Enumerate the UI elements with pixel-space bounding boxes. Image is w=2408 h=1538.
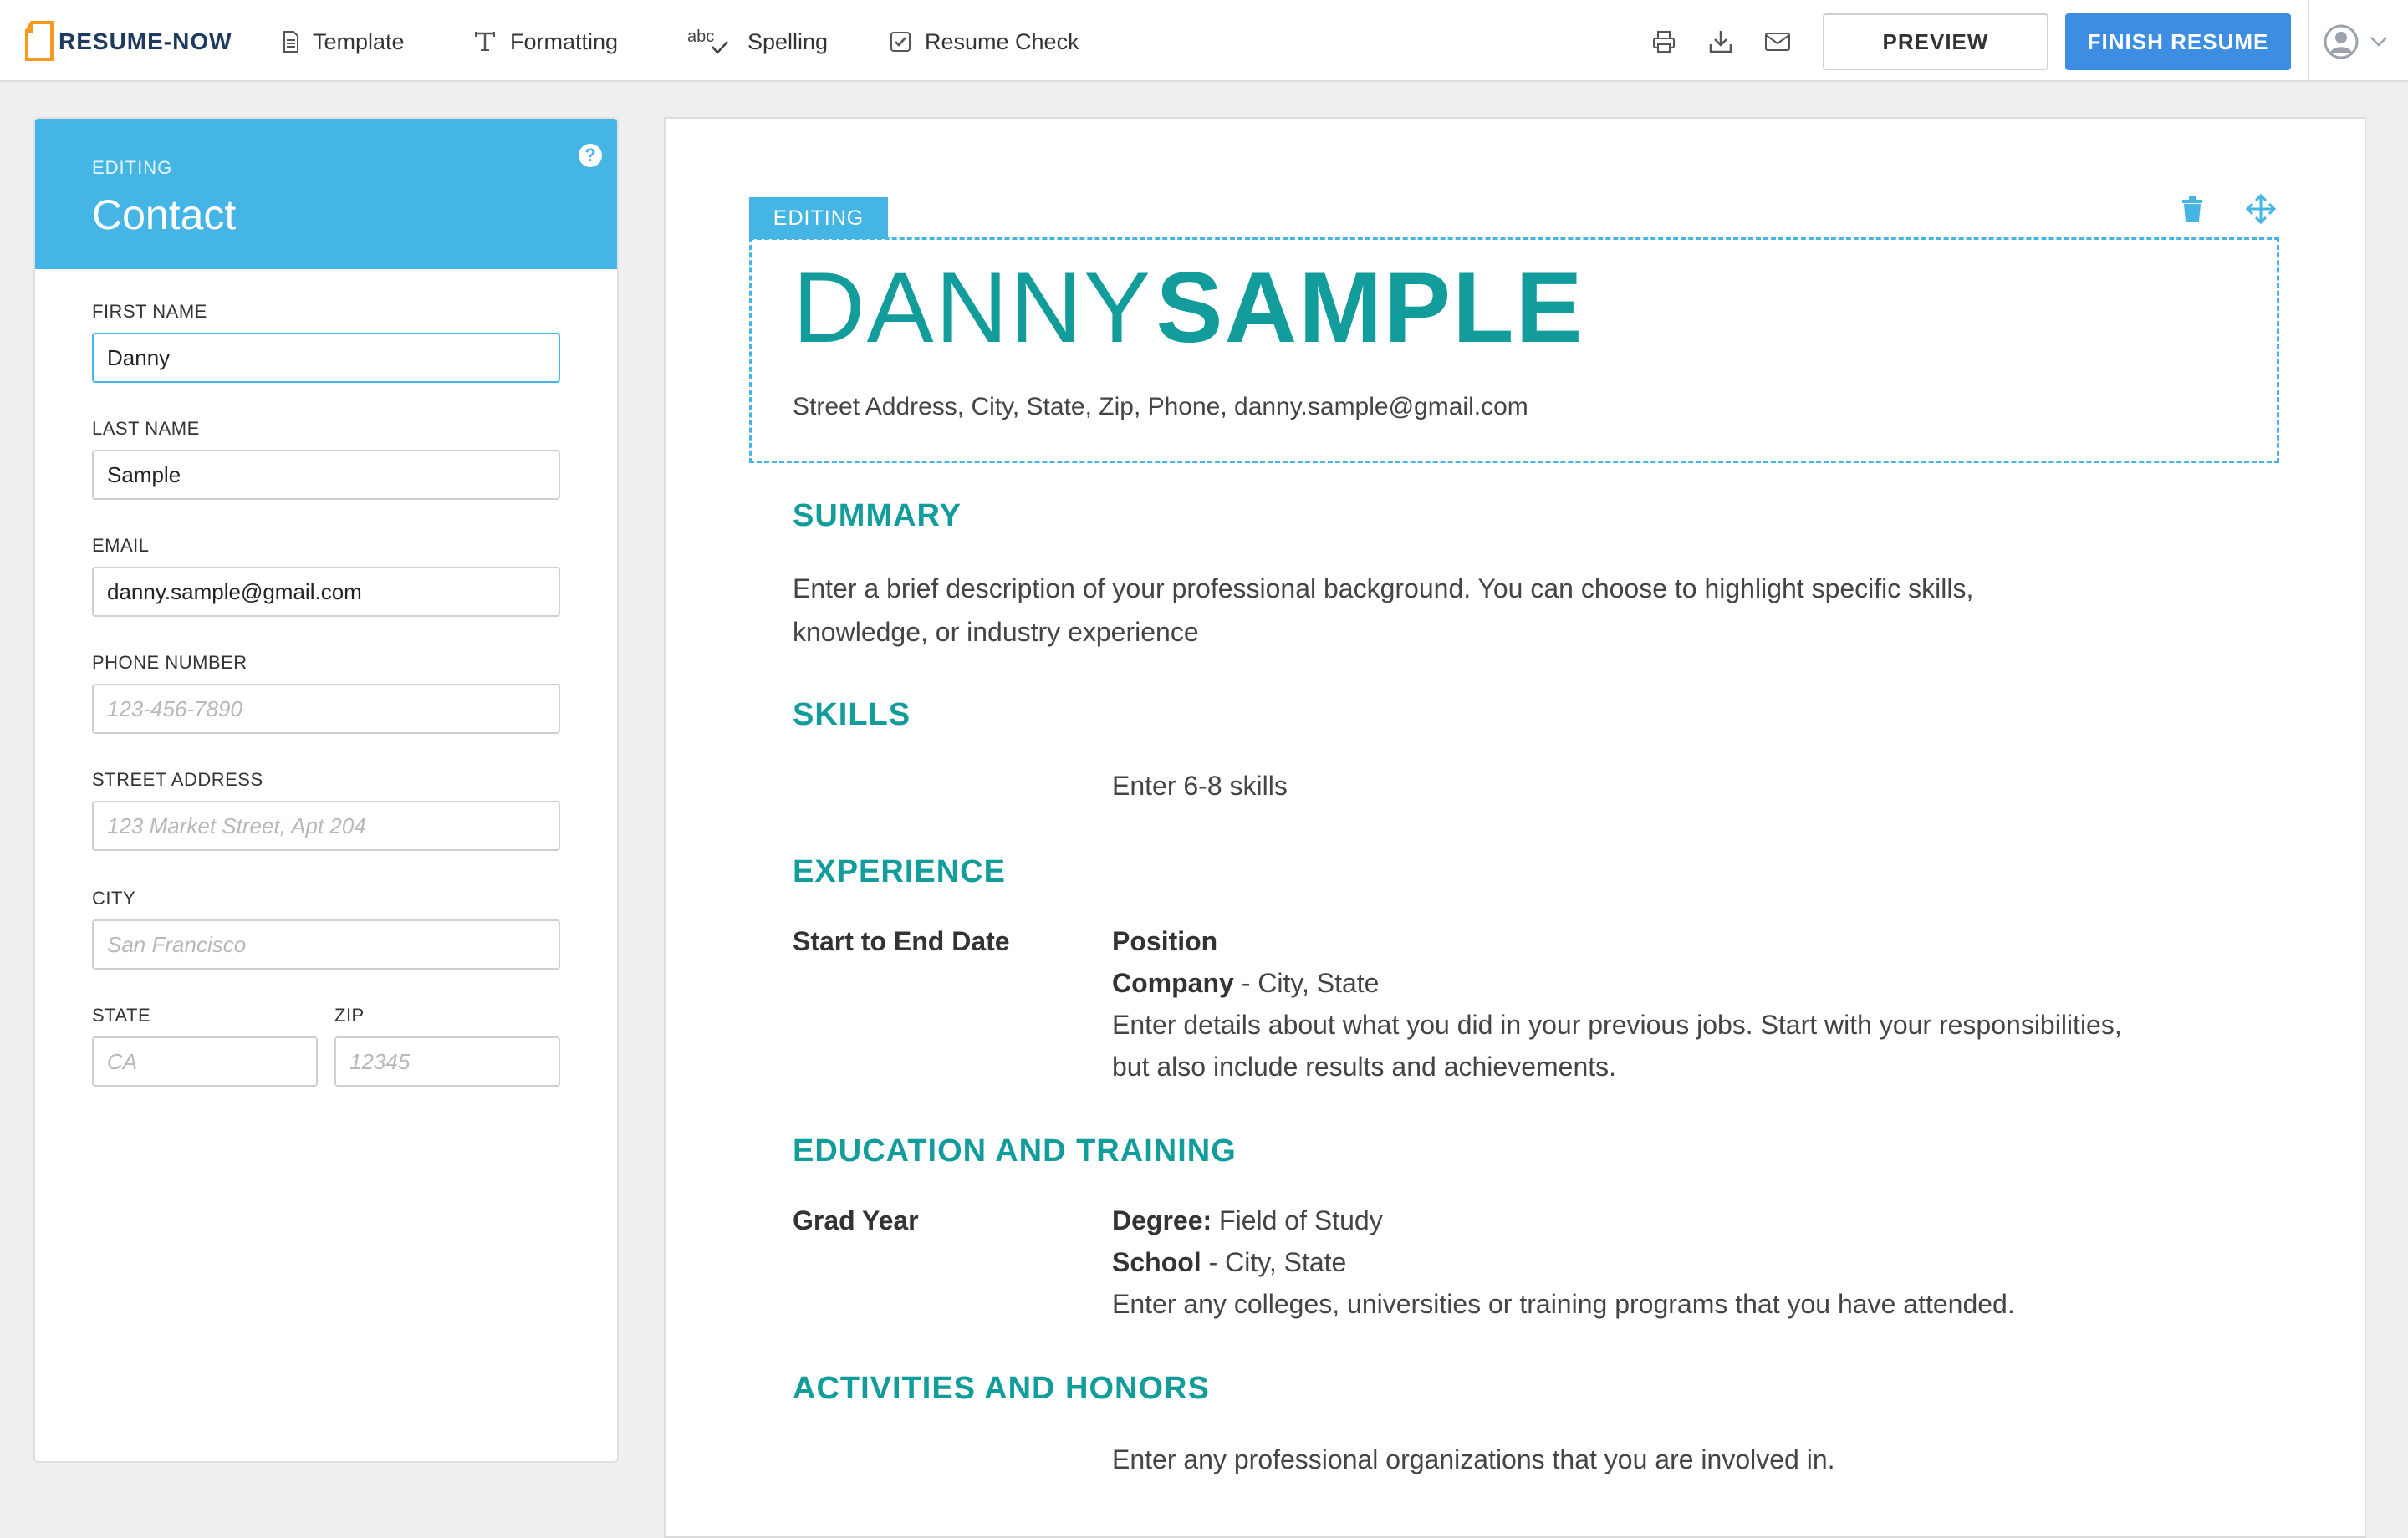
state-label: STATE [92, 1005, 151, 1026]
zip-field[interactable] [334, 1036, 560, 1087]
phone-label: PHONE NUMBER [92, 652, 247, 673]
zip-label: ZIP [334, 1005, 365, 1026]
state-field[interactable] [92, 1036, 318, 1087]
street-field[interactable] [92, 801, 560, 851]
checkbox-icon [890, 32, 911, 52]
experience-company: Company [1112, 968, 1234, 998]
logo[interactable]: RESUME-NOW [23, 20, 232, 64]
experience-line-1: Enter details about what you did in your… [1112, 1010, 2122, 1040]
account-menu[interactable] [2323, 22, 2388, 62]
nav-resume-check-label: Resume Check [925, 28, 1079, 54]
section-editing-tag: EDITING [749, 197, 888, 239]
email-button[interactable] [1763, 25, 1793, 59]
education-degree-line: Degree: Field of Study [1112, 1199, 1383, 1242]
education-school-line: School - City, State [1112, 1240, 1346, 1284]
last-name-field[interactable] [92, 450, 560, 500]
toolbar-divider [2308, 0, 2309, 80]
experience-company-location: - City, State [1233, 968, 1380, 998]
nav-template[interactable]: Template [283, 25, 405, 59]
education-school-location: - City, State [1201, 1247, 1347, 1277]
move-arrows-icon [2245, 193, 2277, 225]
panel-editing-label: EDITING [92, 157, 173, 178]
top-toolbar: RESUME-NOW Template Formatting abc Spell… [0, 0, 2408, 82]
activities-text: Enter any professional organizations tha… [1112, 1444, 1835, 1474]
experience-line-2: but also include results and achievement… [1112, 1052, 1617, 1082]
preview-button[interactable]: PREVIEW [1823, 13, 2048, 70]
experience-heading: EXPERIENCE [793, 854, 1006, 889]
text-format-icon [475, 32, 495, 51]
nav-spelling-label: Spelling [747, 28, 829, 54]
education-heading: EDUCATION AND TRAINING [793, 1133, 1237, 1169]
summary-line-1: Enter a brief description of your profes… [793, 573, 1974, 603]
email-field[interactable] [92, 567, 560, 617]
summary-heading: SUMMARY [793, 498, 962, 533]
resume-last-name: SAMPLE [1156, 252, 1584, 364]
download-button[interactable] [1706, 25, 1736, 59]
logo-mark-icon [23, 21, 55, 63]
help-icon[interactable]: ? [579, 144, 602, 167]
resume-first-name: DANNY [793, 252, 1153, 364]
document-icon [283, 31, 298, 53]
skills-heading: SKILLS [793, 697, 911, 732]
panel-title: Contact [92, 191, 237, 238]
user-avatar-icon [2324, 24, 2359, 59]
finish-resume-button[interactable]: FINISH RESUME [2065, 13, 2291, 70]
city-field[interactable] [92, 919, 560, 970]
move-section-button[interactable] [2245, 193, 2277, 228]
delete-section-button[interactable] [2181, 196, 2204, 227]
download-icon [1709, 31, 1732, 53]
experience-date: Start to End Date [793, 926, 1010, 956]
education-text: Enter any colleges, universities or trai… [1112, 1289, 2015, 1319]
resume-name: DANNY SAMPLE [793, 249, 1584, 397]
nav-spelling[interactable]: abc Spelling [687, 25, 828, 59]
nav-formatting-label: Formatting [510, 28, 619, 54]
first-name-field[interactable] [92, 333, 560, 383]
spellcheck-icon: abc [687, 28, 728, 54]
printer-icon [1653, 31, 1675, 53]
nav-resume-check[interactable]: Resume Check [890, 25, 1079, 59]
city-label: CITY [92, 888, 136, 909]
education-degree-label: Degree: [1112, 1205, 1212, 1235]
print-button[interactable] [1649, 25, 1679, 59]
contact-editor-panel: EDITING Contact ? FIRST NAME LAST NAME E… [33, 117, 619, 1463]
education-school: School [1112, 1247, 1201, 1277]
phone-field[interactable] [92, 684, 560, 734]
nav-formatting[interactable]: Formatting [473, 25, 618, 59]
activities-heading: ACTIVITIES AND HONORS [793, 1371, 1210, 1406]
svg-text:abc: abc [687, 28, 714, 46]
experience-company-line: Company - City, State [1112, 961, 1379, 1005]
logo-text: RESUME-NOW [59, 28, 232, 54]
envelope-icon [1765, 33, 1790, 51]
email-label: EMAIL [92, 535, 150, 556]
nav-template-label: Template [313, 28, 405, 54]
summary-line-2: knowledge, or industry experience [793, 617, 1199, 647]
chevron-down-icon [2370, 37, 2387, 47]
last-name-label: LAST NAME [92, 418, 200, 439]
education-degree-value: Field of Study [1212, 1205, 1383, 1235]
trash-icon [2182, 196, 2202, 222]
skills-text: Enter 6-8 skills [1112, 771, 1288, 801]
panel-header: EDITING Contact ? [35, 119, 617, 269]
experience-position: Position [1112, 926, 1218, 956]
resume-contact-line: Street Address, City, State, Zip, Phone,… [793, 393, 1528, 420]
education-year: Grad Year [793, 1205, 919, 1235]
street-label: STREET ADDRESS [92, 769, 263, 790]
first-name-label: FIRST NAME [92, 301, 207, 322]
